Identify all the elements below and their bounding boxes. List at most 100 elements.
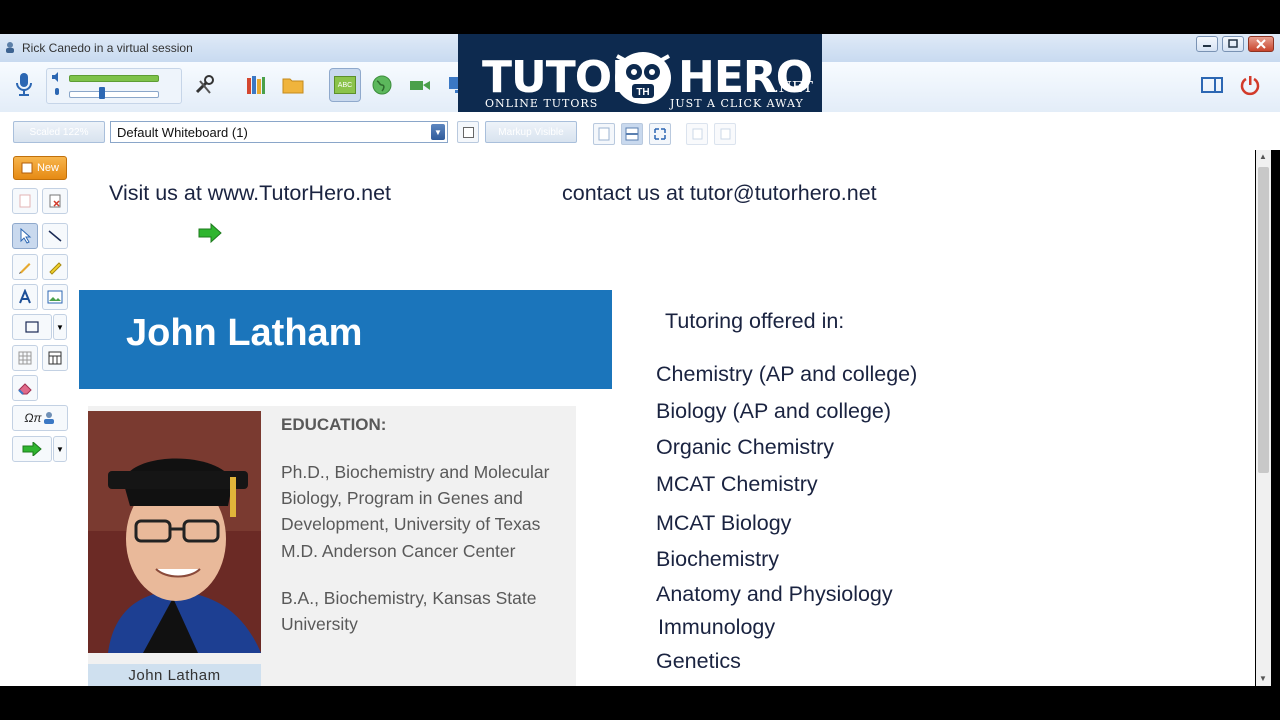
- delete-page-icon: [49, 194, 61, 208]
- education-line: Development, University of Texas: [281, 514, 541, 534]
- scroll-down-icon[interactable]: ▼: [1259, 674, 1267, 683]
- prev-page-button[interactable]: [686, 123, 708, 145]
- clear-page-tool[interactable]: [12, 188, 38, 214]
- close-icon: [1256, 39, 1266, 49]
- subject-item: Immunology: [658, 615, 776, 639]
- speaker-volume-slider[interactable]: [69, 75, 159, 82]
- grid-icon: [18, 351, 32, 365]
- name-banner: John Latham: [79, 290, 612, 389]
- pointer-arrow-tool[interactable]: [12, 436, 52, 462]
- scroll-up-icon[interactable]: ▲: [1259, 152, 1267, 161]
- power-button[interactable]: [1234, 68, 1266, 102]
- mic-volume-thumb[interactable]: [99, 87, 105, 99]
- tools-button[interactable]: [188, 68, 220, 102]
- new-page-button[interactable]: New: [13, 156, 67, 180]
- chevron-down-icon: ▼: [56, 322, 64, 332]
- library-icon: [247, 76, 265, 94]
- subject-item: Organic Chemistry: [656, 435, 835, 459]
- next-page-button[interactable]: [714, 123, 736, 145]
- minimize-icon: [1203, 45, 1211, 47]
- highlighter-icon: [49, 262, 62, 275]
- symbols-tool[interactable]: Ωπ: [12, 405, 68, 431]
- education-heading: EDUCATION:: [281, 415, 387, 434]
- subject-item: Chemistry (AP and college): [656, 362, 918, 386]
- fit-page-button[interactable]: [649, 123, 671, 145]
- eraser-icon: [18, 383, 32, 395]
- layout-button[interactable]: [1196, 68, 1228, 102]
- delete-page-tool[interactable]: [42, 188, 68, 214]
- education-line: University: [281, 614, 358, 634]
- mic-volume-slider[interactable]: [69, 91, 159, 98]
- video-button[interactable]: [404, 68, 436, 102]
- library-button[interactable]: [240, 68, 272, 102]
- banner-name: John Latham: [126, 312, 363, 354]
- education-line: Biology, Program in Genes and: [281, 488, 523, 508]
- line-tool[interactable]: [42, 223, 68, 249]
- grid-tool[interactable]: [12, 345, 38, 371]
- chevron-down-icon[interactable]: ▼: [431, 124, 445, 140]
- visit-website-text: Visit us at www.TutorHero.net: [109, 181, 391, 205]
- tutorhero-logo: TUTOR TH HERO .NET ONLINE TUTORS JUST A …: [458, 34, 822, 124]
- video-icon: [410, 81, 430, 90]
- shape-tool[interactable]: [12, 314, 52, 340]
- page-forward-icon: [720, 128, 731, 140]
- microphone-icon: [16, 73, 32, 96]
- minimize-button[interactable]: [1196, 36, 1218, 52]
- green-arrow-icon: [22, 442, 42, 456]
- page-single-button[interactable]: [593, 123, 615, 145]
- pencil-icon: [19, 263, 31, 274]
- whiteboard-select[interactable]: Default Whiteboard (1) ▼: [110, 121, 448, 143]
- maximize-button[interactable]: [1222, 36, 1244, 52]
- maximize-icon: [1228, 39, 1238, 48]
- markup-checkbox[interactable]: [457, 121, 479, 143]
- new-page-label: New: [36, 162, 59, 174]
- subject-item: Genetics: [656, 649, 741, 673]
- arrow-dropdown[interactable]: ▼: [53, 436, 67, 462]
- app-icon: [6, 42, 14, 53]
- symbols-label: Ωπ: [24, 411, 42, 425]
- image-tool[interactable]: [42, 284, 68, 310]
- folder-button[interactable]: [277, 68, 309, 102]
- logo-tagline-right: JUST A CLICK AWAY: [670, 97, 804, 110]
- power-icon: [1240, 76, 1260, 96]
- checkbox-square-icon: [462, 126, 474, 138]
- folder-icon: [282, 78, 304, 94]
- zoom-scale-button[interactable]: Scaled 122%: [13, 121, 105, 143]
- new-page-icon: [21, 162, 33, 174]
- tools-icon: [195, 75, 214, 94]
- green-arrow-icon: [198, 222, 222, 244]
- layout-icon: [1201, 77, 1223, 93]
- eraser-tool[interactable]: [12, 375, 38, 401]
- text-tool[interactable]: [12, 284, 38, 310]
- table-icon: [48, 351, 62, 365]
- subject-item: MCAT Biology: [656, 511, 792, 535]
- page-back-icon: [692, 128, 703, 140]
- tutor-photo: [88, 411, 261, 653]
- chevron-down-icon: ▼: [56, 444, 64, 454]
- zoom-scale-label: Scaled 122%: [29, 126, 89, 138]
- markup-visible-button[interactable]: Markup Visible: [485, 121, 577, 143]
- highlighter-tool[interactable]: [42, 254, 68, 280]
- rectangle-icon: [25, 321, 39, 333]
- owl-icon: TH: [615, 52, 671, 104]
- split-view-icon: [625, 127, 639, 141]
- page-split-button[interactable]: [621, 123, 643, 145]
- table-tool[interactable]: [42, 345, 68, 371]
- pencil-tool[interactable]: [12, 254, 38, 280]
- web-browser-icon: [372, 75, 392, 95]
- blank-page-icon: [19, 194, 31, 208]
- subject-item: Anatomy and Physiology: [656, 582, 893, 606]
- fit-page-icon: [654, 128, 666, 140]
- subject-item: Biology (AP and college): [656, 399, 892, 423]
- microphone-button[interactable]: [8, 68, 40, 102]
- web-browser-button[interactable]: [366, 68, 398, 102]
- whiteboard-button[interactable]: ABC: [329, 68, 361, 102]
- whiteboard-select-value: Default Whiteboard (1): [117, 125, 248, 140]
- close-button[interactable]: [1248, 36, 1274, 52]
- scrollbar-thumb[interactable]: [1258, 167, 1269, 473]
- select-tool[interactable]: [12, 223, 38, 249]
- user-icon: [43, 412, 54, 424]
- shape-dropdown[interactable]: ▼: [53, 314, 67, 340]
- cursor-arrow-icon: [20, 228, 32, 244]
- logo-tagline-left: ONLINE TUTORS: [485, 97, 599, 110]
